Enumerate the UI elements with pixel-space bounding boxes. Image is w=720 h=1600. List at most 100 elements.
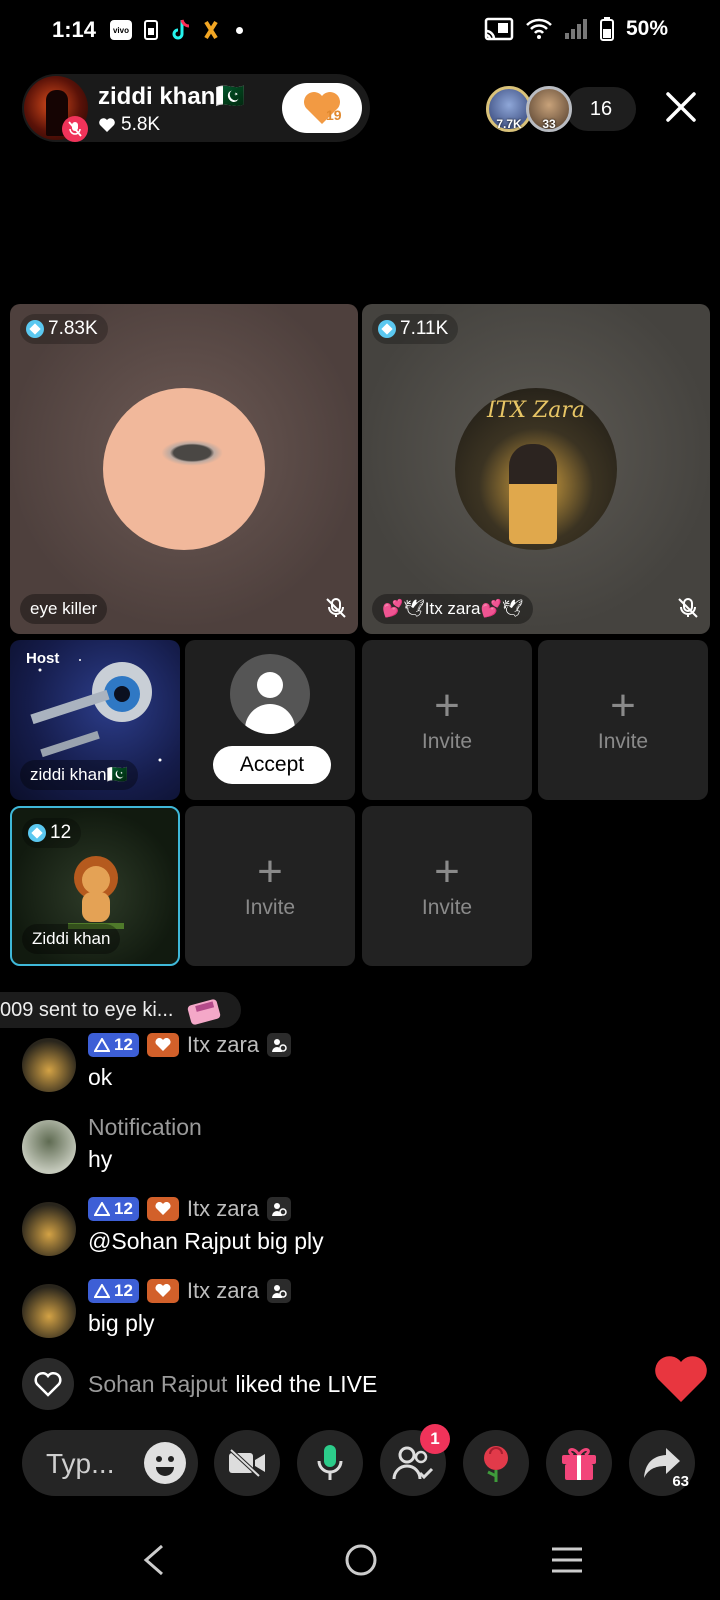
system-icons: 50% (484, 17, 668, 41)
cast-icon (484, 17, 514, 41)
signal-icon (564, 19, 587, 39)
level-badge: 12 (88, 1033, 139, 1057)
username[interactable]: Itx zara (187, 1278, 259, 1304)
triangle-icon (94, 1284, 110, 1298)
close-icon[interactable] (664, 90, 698, 124)
host-seat[interactable]: Host ziddi khan🇵🇰 (10, 640, 180, 800)
notification-icons: vivo (110, 18, 243, 42)
guest-avatar: ITX Zara (455, 388, 617, 550)
plus-icon: + (434, 681, 460, 730)
share-count: 63 (672, 1473, 689, 1490)
battery-icon (599, 17, 614, 41)
invite-label: Invite (597, 730, 649, 753)
plus-icon: + (434, 847, 460, 896)
viewer-avatar[interactable]: 33 (526, 86, 572, 132)
heart-icon (155, 1202, 171, 1215)
level-badge: 12 (88, 1279, 139, 1303)
emoji-icon[interactable] (144, 1442, 186, 1484)
guest-tile-itx-zara[interactable]: 7.11K ITX Zara 💕🕊Itx zara💕🕊 (362, 304, 710, 634)
invite-label: Invite (421, 730, 473, 753)
username[interactable]: Itx zara (187, 1196, 259, 1222)
wifi-icon (526, 18, 552, 39)
diamond-icon (378, 320, 396, 338)
recents-icon[interactable] (550, 1546, 584, 1574)
guest-name: eye killer (20, 594, 108, 624)
follow-heart-button[interactable]: 19 (282, 83, 362, 133)
level-badge: 12 (88, 1197, 139, 1221)
heart-icon (155, 1038, 171, 1051)
flash-app-icon (204, 20, 218, 40)
triangle-icon (94, 1202, 110, 1216)
accept-button[interactable]: Accept (213, 746, 331, 784)
comment-placeholder: Typ... (46, 1448, 115, 1479)
guest-tile-eye-killer[interactable]: 7.83K eye killer (10, 304, 358, 634)
like-action: liked the LIVE (235, 1370, 378, 1397)
invite-seat[interactable]: + Invite (538, 640, 708, 800)
more-notifications-dot (236, 26, 243, 34)
comment-header: 12 Itx zara (88, 1032, 292, 1058)
rose-gift-button[interactable] (463, 1430, 529, 1496)
clock: 1:14 (52, 17, 97, 42)
comment-text: ok (88, 1064, 113, 1090)
like-user[interactable]: Sohan Rajput (88, 1371, 227, 1398)
plus-icon: + (257, 847, 283, 896)
guest-seat-ziddi-khan[interactable]: 12 Ziddi khan (10, 806, 180, 966)
pending-request-seat[interactable]: Accept (185, 640, 355, 800)
floating-heart-icon (655, 1356, 707, 1402)
person-badge-icon (267, 1279, 292, 1303)
status-bar: 1:14 vivo 50% (0, 0, 720, 62)
diamond-icon (26, 320, 44, 338)
gift-box-icon (562, 1448, 596, 1480)
gift-banner: 009 sent to eye ki... (0, 992, 242, 1028)
host-seat-name: ziddi khan🇵🇰 (20, 760, 138, 790)
person-badge-icon (267, 1033, 292, 1057)
system-nav-bar (0, 1520, 720, 1600)
fan-badge (146, 1279, 179, 1303)
comment-input[interactable]: Typ... (22, 1430, 198, 1496)
top-viewers[interactable]: 7.7K 33 16 (486, 86, 636, 132)
host-info[interactable]: ziddi khan🇵🇰 5.8K 19 (22, 74, 370, 142)
vivo-app-icon: vivo (110, 20, 132, 40)
guest-avatar (103, 388, 265, 550)
triangle-icon (94, 1038, 110, 1052)
person-badge-icon (267, 1197, 292, 1221)
camera-off-button[interactable] (214, 1430, 280, 1496)
comment-text: @Sohan Rajput big ply (88, 1228, 324, 1254)
mic-off-icon (326, 598, 346, 618)
invite-seat[interactable]: + Invite (185, 806, 355, 966)
user-avatar[interactable] (22, 1120, 76, 1174)
heart-icon (99, 118, 115, 132)
guests-button[interactable]: 1 (380, 1424, 450, 1496)
viewer-score: 7.7K (496, 117, 522, 131)
guest-name: Ziddi khan (22, 924, 121, 954)
home-icon[interactable] (344, 1543, 378, 1577)
fan-badge (146, 1197, 179, 1221)
back-icon[interactable] (142, 1544, 166, 1576)
user-avatar[interactable] (22, 1202, 76, 1256)
mic-button[interactable] (297, 1430, 363, 1496)
gift-icon (188, 999, 221, 1025)
mic-off-icon (678, 598, 698, 618)
user-avatar[interactable] (22, 1038, 76, 1092)
invite-seat[interactable]: + Invite (362, 640, 532, 800)
rose-icon (484, 1446, 508, 1482)
viewer-score: 33 (542, 117, 556, 131)
guest-score: 7.83K (20, 314, 108, 344)
comment-header: 12 Itx zara (88, 1196, 292, 1222)
mic-icon (317, 1445, 343, 1480)
username[interactable]: Itx zara (187, 1032, 259, 1058)
guest-name: 💕🕊Itx zara💕🕊 (372, 594, 534, 624)
username[interactable]: Notification (88, 1114, 202, 1141)
share-button[interactable]: 63 (629, 1430, 695, 1496)
comment-text: hy (88, 1146, 113, 1172)
viewer-count[interactable]: 16 (566, 87, 636, 131)
invite-seat[interactable]: + Invite (362, 806, 532, 966)
sim-icon (144, 20, 158, 40)
user-avatar[interactable] (22, 1284, 76, 1338)
like-event: Sohan Rajput liked the LIVE (22, 1358, 377, 1410)
gift-button[interactable] (546, 1430, 612, 1496)
tiktok-icon (172, 19, 190, 40)
guest-score: 7.11K (372, 314, 459, 344)
avatar-text: ITX Zara (486, 398, 586, 423)
default-user-icon (230, 654, 310, 734)
